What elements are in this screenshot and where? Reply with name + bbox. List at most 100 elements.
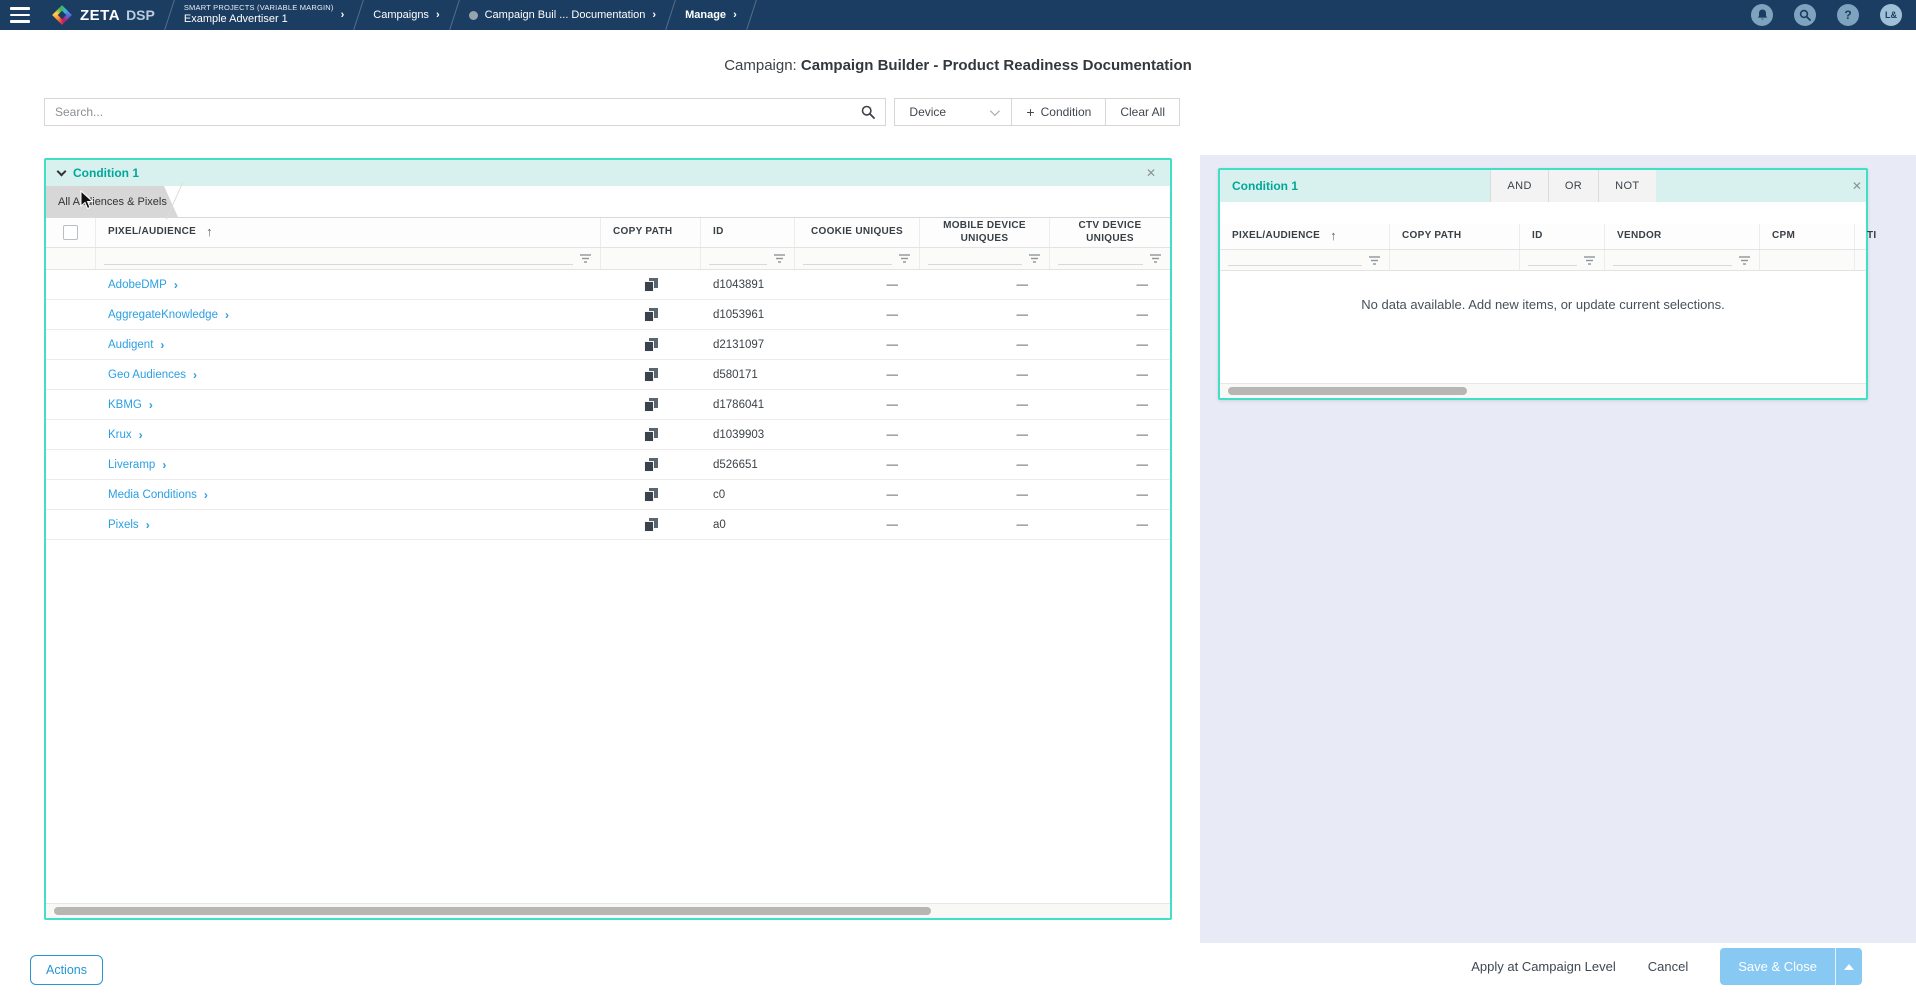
close-icon[interactable]: ✕: [1142, 166, 1160, 180]
audience-link[interactable]: AdobeDMP: [108, 279, 167, 291]
search-input[interactable]: [45, 105, 852, 119]
collapse-chevron-icon[interactable]: [56, 166, 67, 177]
status-dot-icon: [468, 10, 478, 20]
filter-funnel-icon[interactable]: [898, 253, 911, 264]
filter-funnel-icon[interactable]: [1368, 255, 1381, 266]
filter-input-id[interactable]: [709, 253, 767, 265]
breadcrumb-advertiser[interactable]: SMART PROJECTS (VARIABLE MARGIN) Example…: [170, 0, 358, 30]
chevron-right-icon[interactable]: ›: [162, 458, 166, 472]
audience-link[interactable]: Krux: [108, 429, 132, 441]
audience-link[interactable]: Media Conditions: [108, 489, 197, 501]
breadcrumb-campaigns[interactable]: Campaigns ›: [359, 0, 453, 30]
actions-button[interactable]: Actions: [30, 955, 103, 985]
page-title-prefix: Campaign:: [724, 57, 797, 74]
search-icon[interactable]: [1794, 4, 1816, 26]
notifications-bell-icon[interactable]: [1751, 4, 1773, 26]
chevron-right-icon[interactable]: ›: [146, 518, 150, 532]
ctv-uniques-cell: —: [1136, 458, 1149, 471]
chevron-right-icon[interactable]: ›: [139, 428, 143, 442]
add-condition-button[interactable]: + Condition: [1011, 99, 1105, 125]
audience-link[interactable]: AggregateKnowledge: [108, 309, 218, 321]
column-header-cookie-uniques[interactable]: COOKIE UNIQUES: [795, 218, 920, 247]
filter-input-ctv-uniques[interactable]: [1058, 253, 1143, 265]
app-screen: ZETA DSP SMART PROJECTS (VARIABLE MARGIN…: [0, 0, 1916, 994]
filter-funnel-icon[interactable]: [1149, 253, 1162, 264]
filter-input-cookie-uniques[interactable]: [803, 253, 892, 265]
copy-path-icon[interactable]: [644, 397, 658, 412]
column-header-vendor[interactable]: VENDOR: [1605, 224, 1760, 249]
copy-path-icon[interactable]: [644, 427, 658, 442]
filter-input-mobile-uniques[interactable]: [928, 253, 1022, 265]
filter-input-pixel-audience[interactable]: [1228, 254, 1362, 266]
copy-path-icon[interactable]: [644, 337, 658, 352]
scrollbar-thumb[interactable]: [54, 907, 931, 915]
copy-path-icon[interactable]: [644, 307, 658, 322]
column-header-copy-path[interactable]: COPY PATH: [1390, 224, 1520, 249]
add-condition-label: Condition: [1040, 105, 1092, 119]
cookie-uniques-cell: —: [886, 488, 899, 501]
close-icon[interactable]: ✕: [1848, 179, 1866, 193]
tab-all-audiences-pixels[interactable]: All Audiences & Pixels: [46, 186, 178, 217]
audience-link[interactable]: Geo Audiences: [108, 369, 186, 381]
chevron-right-icon[interactable]: ›: [174, 278, 178, 292]
brand-name: ZETA: [80, 6, 121, 24]
chevron-right-icon[interactable]: ›: [149, 398, 153, 412]
audience-link[interactable]: Pixels: [108, 519, 139, 531]
save-options-caret-button[interactable]: [1835, 948, 1862, 985]
panel-spacer: [1220, 202, 1866, 224]
filter-funnel-icon[interactable]: [1738, 255, 1751, 266]
device-dropdown-value: Device: [909, 105, 947, 119]
audience-link[interactable]: KBMG: [108, 399, 142, 411]
top-nav-bar: ZETA DSP SMART PROJECTS (VARIABLE MARGIN…: [0, 0, 1916, 30]
or-operator-button[interactable]: OR: [1547, 170, 1599, 202]
audience-link[interactable]: Liveramp: [108, 459, 155, 471]
copy-path-icon[interactable]: [644, 277, 658, 292]
select-all-checkbox[interactable]: [63, 225, 78, 240]
audience-link[interactable]: Audigent: [108, 339, 153, 351]
breadcrumb-campaign-builder[interactable]: Campaign Buil ... Documentation ›: [455, 0, 670, 30]
column-header-id[interactable]: ID: [701, 218, 795, 247]
sort-ascending-icon[interactable]: ↑: [206, 224, 213, 240]
column-header-pixel-audience[interactable]: PIXEL/AUDIENCE ↑: [96, 218, 601, 247]
copy-path-icon[interactable]: [644, 487, 658, 502]
column-header-ctv-device-uniques[interactable]: CTV DEVICE UNIQUES: [1050, 218, 1170, 247]
column-header-cpm[interactable]: CPM: [1760, 224, 1855, 249]
copy-path-icon[interactable]: [644, 457, 658, 472]
filter-input-id[interactable]: [1528, 254, 1577, 266]
chevron-right-icon[interactable]: ›: [160, 338, 164, 352]
filter-funnel-icon[interactable]: [1583, 255, 1596, 266]
clear-all-button[interactable]: Clear All: [1105, 99, 1179, 125]
filter-input-pixel-audience[interactable]: [104, 253, 573, 265]
chevron-right-icon[interactable]: ›: [204, 488, 208, 502]
column-header-ti-clipped[interactable]: TI: [1855, 224, 1889, 249]
apply-at-campaign-level-link[interactable]: Apply at Campaign Level: [1471, 959, 1616, 974]
scrollbar-thumb[interactable]: [1228, 387, 1468, 395]
column-header-id[interactable]: ID: [1520, 224, 1605, 249]
search-submit-icon[interactable]: [851, 105, 885, 119]
copy-path-icon[interactable]: [644, 367, 658, 382]
column-header-mobile-device-uniques[interactable]: MOBILE DEVICE UNIQUES: [920, 218, 1050, 247]
help-icon[interactable]: ?: [1837, 4, 1859, 26]
mobile-uniques-cell: —: [1016, 308, 1029, 321]
cancel-link[interactable]: Cancel: [1648, 959, 1688, 974]
hamburger-menu-icon[interactable]: [0, 0, 40, 30]
filter-funnel-icon[interactable]: [579, 253, 592, 264]
chevron-right-icon[interactable]: ›: [193, 368, 197, 382]
column-header-copy-path[interactable]: COPY PATH: [601, 218, 701, 247]
id-cell: d1043891: [713, 278, 765, 291]
breadcrumb-manage[interactable]: Manage ›: [671, 0, 751, 30]
filter-funnel-icon[interactable]: [1028, 253, 1041, 264]
device-dropdown[interactable]: Device: [895, 99, 1011, 125]
user-avatar[interactable]: L&: [1880, 4, 1902, 26]
column-header-pixel-audience[interactable]: PIXEL/AUDIENCE ↑: [1220, 224, 1390, 249]
and-operator-button[interactable]: AND: [1490, 170, 1548, 202]
save-and-close-button[interactable]: Save & Close: [1720, 948, 1835, 985]
table-row: AdobeDMP › d1043891 — — —: [46, 270, 1170, 300]
copy-path-icon[interactable]: [644, 517, 658, 532]
zeta-dsp-logo[interactable]: ZETA DSP: [40, 5, 169, 25]
filter-input-vendor[interactable]: [1613, 254, 1732, 266]
filter-funnel-icon[interactable]: [773, 253, 786, 264]
sort-ascending-icon[interactable]: ↑: [1330, 228, 1337, 244]
chevron-right-icon[interactable]: ›: [225, 308, 229, 322]
not-operator-button[interactable]: NOT: [1598, 170, 1656, 202]
